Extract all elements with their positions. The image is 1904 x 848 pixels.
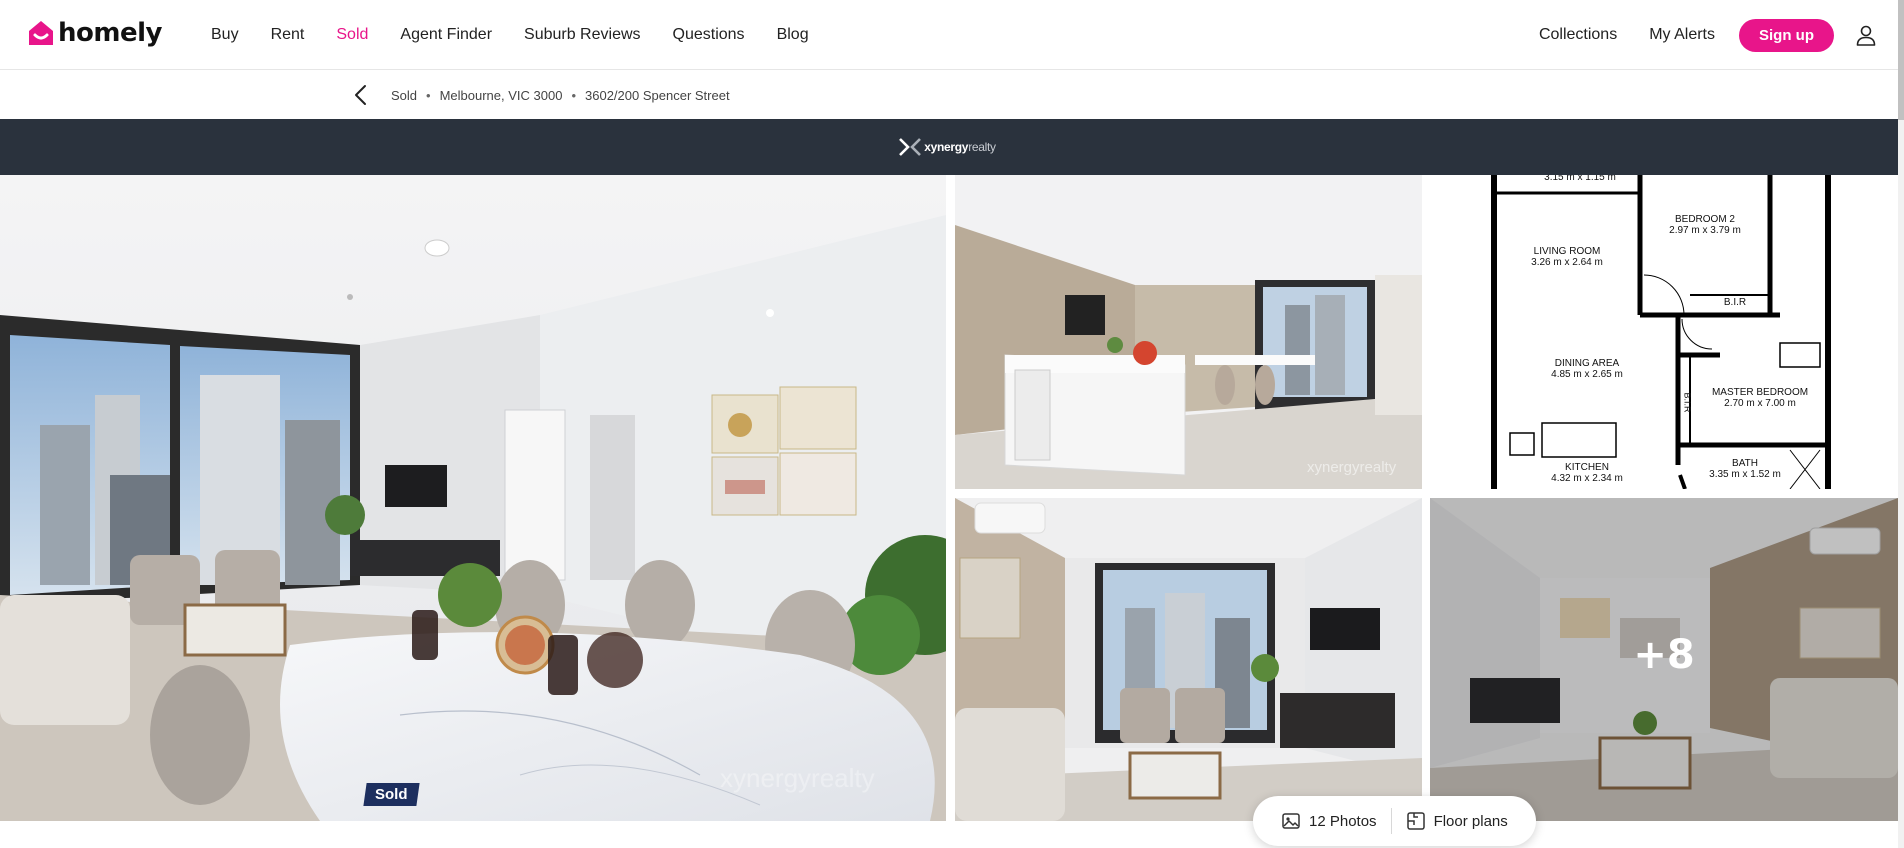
account-nav: Collections My Alerts Sign up [1523,0,1878,70]
fp-master-label: MASTER BEDROOM [1711,387,1809,398]
fp-bath-label: BATH [1732,458,1758,469]
floor-plan-thumbnail[interactable]: 3.15 m x 1.15 m BEDROOM 2 2.97 m x 3.79 … [1430,175,1898,489]
fp-bath-size: 3.35 m x 1.52 m [1709,469,1781,480]
photos-button[interactable]: 12 Photos [1273,811,1385,831]
fp-living-size: 3.26 m x 2.64 m [1531,257,1603,268]
media-pill: 12 Photos Floor plans [1253,796,1536,846]
photos-count-label: 12 Photos [1309,812,1377,830]
photo-gallery: xynergyrealty Sold xynergyrealty 3.15 m … [0,175,1898,821]
fp-bir-1: B.I.R [1723,297,1747,308]
sold-badge: Sold [363,783,420,806]
primary-nav: Buy Rent Sold Agent Finder Suburb Review… [195,0,825,70]
sign-up-button[interactable]: Sign up [1739,18,1834,52]
breadcrumb-separator: • [426,87,431,103]
photo-more[interactable]: +8 [1430,498,1898,821]
nav-questions[interactable]: Questions [657,26,761,44]
fp-living: LIVING ROOM 3.26 m x 2.64 m [1494,246,1640,268]
nav-collections[interactable]: Collections [1523,26,1633,44]
fp-dining-size: 4.85 m x 2.65 m [1551,369,1623,380]
breadcrumb-suburb[interactable]: Melbourne, VIC 3000 [440,88,563,103]
fp-bath: BATH 3.35 m x 1.52 m [1680,458,1810,480]
breadcrumb: Sold • Melbourne, VIC 3000 • 3602/200 Sp… [391,71,730,119]
main-photo-image: xynergyrealty [0,175,946,821]
breadcrumb-separator: • [571,87,577,103]
fp-bedroom2: BEDROOM 2 2.97 m x 3.79 m [1640,214,1770,236]
living-photo-image [955,498,1422,821]
photo-living-room[interactable] [955,498,1422,821]
pill-divider [1390,808,1392,834]
fp-master-size: 2.70 m x 7.00 m [1724,398,1796,409]
nav-my-alerts[interactable]: My Alerts [1633,26,1731,44]
nav-rent[interactable]: Rent [255,26,321,44]
nav-blog[interactable]: Blog [761,26,825,44]
fp-kitchen-label: KITCHEN [1565,462,1609,473]
agency-logo[interactable]: xynergyrealty [899,138,996,156]
kitchen-photo-image: xynergyrealty [955,175,1422,489]
breadcrumb-bar: Sold • Melbourne, VIC 3000 • 3602/200 Sp… [0,71,1904,119]
user-icon[interactable] [1854,23,1878,47]
fp-bir-2: B.I.R [1682,392,1693,413]
agency-banner: xynergyrealty [0,119,1904,175]
fp-master: MASTER BEDROOM 2.70 m x 7.00 m [1692,387,1828,409]
chevron-left-icon[interactable] [350,83,374,107]
homely-logo[interactable]: homely [28,18,162,48]
floor-plans-button[interactable]: Floor plans [1398,811,1516,831]
fp-bedroom2-size: 2.97 m x 3.79 m [1669,225,1741,236]
scrollbar-thumb[interactable] [1898,0,1904,120]
agency-name-bold: xynergy [924,140,969,154]
svg-text:xynergyrealty: xynergyrealty [720,763,875,793]
sold-badge-label: Sold [375,786,408,803]
photo-kitchen[interactable]: xynergyrealty [955,175,1422,489]
page-scrollbar[interactable] [1898,0,1904,848]
more-photos-overlay[interactable]: +8 [1430,498,1898,821]
agency-name: xynergyrealty [924,140,996,154]
fp-kitchen-size: 4.32 m x 2.34 m [1551,473,1623,484]
floorplan-icon [1406,812,1425,830]
nav-buy[interactable]: Buy [195,26,255,44]
svg-text:xynergyrealty: xynergyrealty [1307,459,1397,476]
fp-top-size: 3.15 m x 1.15 m [1544,175,1616,183]
fp-dining: DINING AREA 4.85 m x 2.65 m [1494,358,1680,380]
main-photo[interactable]: xynergyrealty Sold [0,175,946,821]
more-photos-count: +8 [1633,631,1695,678]
agency-name-light: realty [968,140,996,154]
breadcrumb-address: 3602/200 Spencer Street [585,87,730,103]
logo-wordmark: homely [58,18,162,48]
breadcrumb-sold[interactable]: Sold [391,88,417,103]
fp-kitchen: KITCHEN 4.32 m x 2.34 m [1494,462,1680,484]
nav-suburb-reviews[interactable]: Suburb Reviews [508,26,657,44]
nav-sold[interactable]: Sold [320,26,384,44]
nav-agent-finder[interactable]: Agent Finder [384,26,508,44]
image-icon [1282,813,1300,829]
floor-plans-label: Floor plans [1433,812,1508,830]
xynergy-logo-icon [899,138,922,156]
fp-living-label: LIVING ROOM [1533,246,1601,257]
top-navigation: homely Buy Rent Sold Agent Finder Suburb… [0,0,1904,70]
house-logo-icon [29,21,53,45]
fp-dining-label: DINING AREA [1554,358,1620,369]
fp-bedroom2-label: BEDROOM 2 [1674,214,1735,225]
